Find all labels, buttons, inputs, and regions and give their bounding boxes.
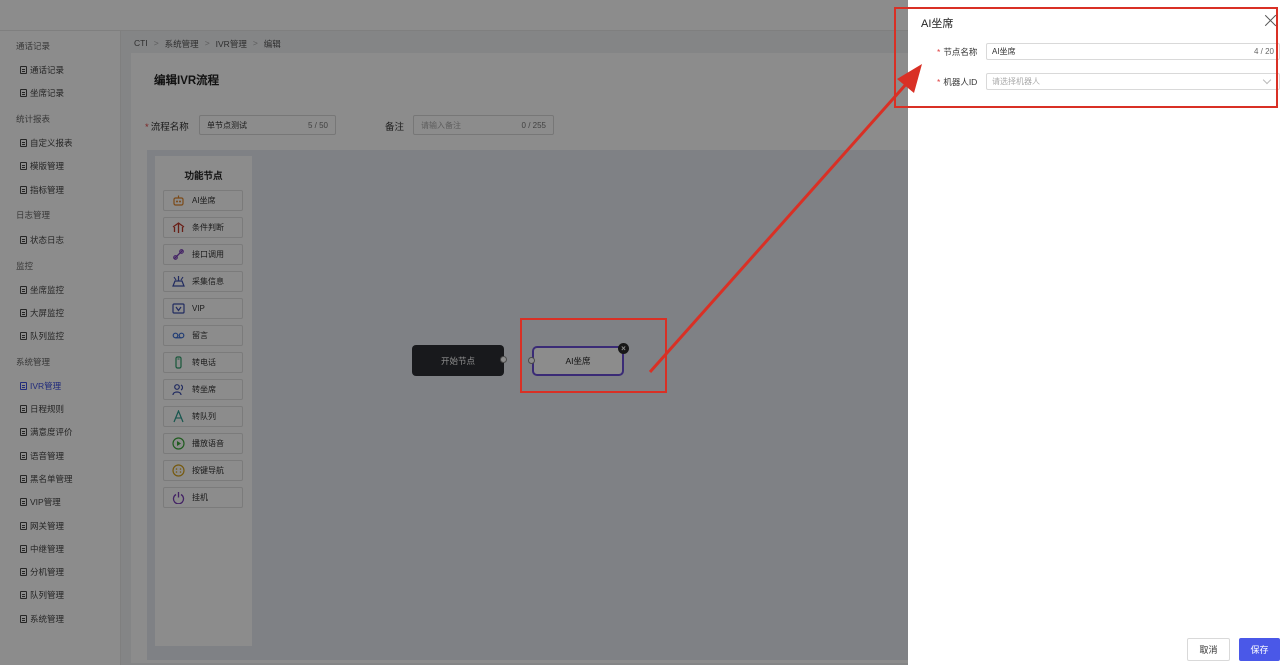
annotation-arrow — [648, 64, 922, 373]
